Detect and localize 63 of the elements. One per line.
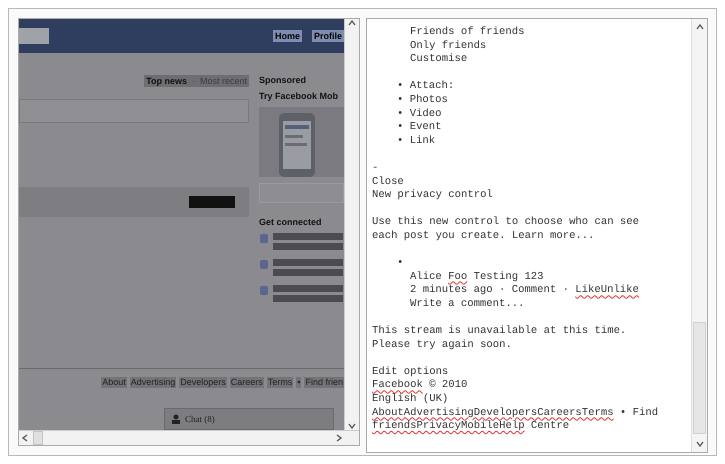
text-line: friendsPrivacyMobileHelp Centre <box>372 420 570 432</box>
text-line: This stream is unavailable at this time. <box>372 325 626 338</box>
scroll-up-icon[interactable] <box>696 23 704 31</box>
footer-link[interactable]: • <box>296 377 302 388</box>
scroll-down-icon[interactable] <box>696 440 704 448</box>
text-line: New privacy control <box>372 189 493 202</box>
footer-link[interactable]: Advertising <box>130 377 176 388</box>
text-line: - <box>372 162 378 174</box>
chat-label: Chat (8) <box>185 414 215 424</box>
person-icon <box>171 414 181 424</box>
text-line: Use this new control to choose who can see <box>372 216 640 228</box>
horizontal-scrollbar[interactable] <box>19 430 359 445</box>
redacted-text <box>273 259 343 279</box>
chat-bar[interactable]: Chat (8) <box>164 408 334 430</box>
ad-title[interactable]: Try Facebook Mob <box>259 91 344 101</box>
scroll-thumb[interactable] <box>33 431 43 445</box>
footer-link[interactable]: About <box>101 377 127 388</box>
vertical-scrollbar[interactable] <box>691 19 707 452</box>
nav-link[interactable]: Profile <box>312 30 344 42</box>
text-line: Edit options <box>372 366 448 378</box>
scroll-right-icon[interactable] <box>335 434 343 442</box>
text-line: Photos <box>410 94 448 106</box>
redacted-text <box>273 233 343 253</box>
text-line: each post you create. Learn more... <box>372 230 595 242</box>
text-line: Event <box>410 121 442 134</box>
text-line: Facebook © 2010 <box>372 379 468 392</box>
text-line: Attach: <box>410 80 454 92</box>
text-line: Alice Foo Testing 123 <box>410 270 544 283</box>
text-line: Close <box>372 176 404 188</box>
scroll-left-icon[interactable] <box>21 434 29 442</box>
bullet-icon: • <box>397 108 404 120</box>
text-line: Video <box>410 108 442 120</box>
footer-link[interactable]: Find frien <box>304 377 344 388</box>
text-line: 2 minutes ago · Comment · LikeUnlike <box>410 284 639 296</box>
bullet-icon: • <box>397 134 404 147</box>
feed-tab[interactable]: Top news <box>144 75 189 87</box>
sponsored-heading: Sponsored <box>259 75 308 85</box>
vertical-scrollbar[interactable] <box>344 19 359 430</box>
connect-icon <box>259 259 269 270</box>
bullet-icon: • <box>397 257 404 270</box>
text-line: Customise <box>410 53 468 66</box>
bullet-icon: • <box>397 80 404 92</box>
scroll-down-icon[interactable] <box>348 422 356 430</box>
bullet-icon: • <box>397 94 404 106</box>
text-line: Only friends <box>410 40 486 52</box>
scroll-thumb[interactable] <box>693 322 706 434</box>
bullet-icon: • <box>397 121 404 134</box>
text-line: Link <box>410 134 436 147</box>
connect-icon <box>259 285 269 296</box>
text-line: Friends of friends <box>410 26 524 38</box>
nav-link[interactable]: Home <box>272 30 302 42</box>
text-line: Write a comment... <box>410 298 524 310</box>
text-line: AboutAdvertisingDevelopersCareersTerms • Find <box>372 406 658 419</box>
redacted-label <box>189 196 235 208</box>
scroll-up-icon[interactable] <box>348 19 356 27</box>
footer-link[interactable]: Careers <box>230 377 264 388</box>
connect-icon <box>259 233 269 244</box>
text-line: Please try again soon. <box>372 338 512 351</box>
section-heading: Get connected <box>259 217 323 227</box>
text-line: English (UK) <box>372 393 448 406</box>
footer-link[interactable]: Terms <box>266 377 294 388</box>
footer-link[interactable]: Developers <box>179 377 227 388</box>
redacted-text <box>273 285 343 305</box>
